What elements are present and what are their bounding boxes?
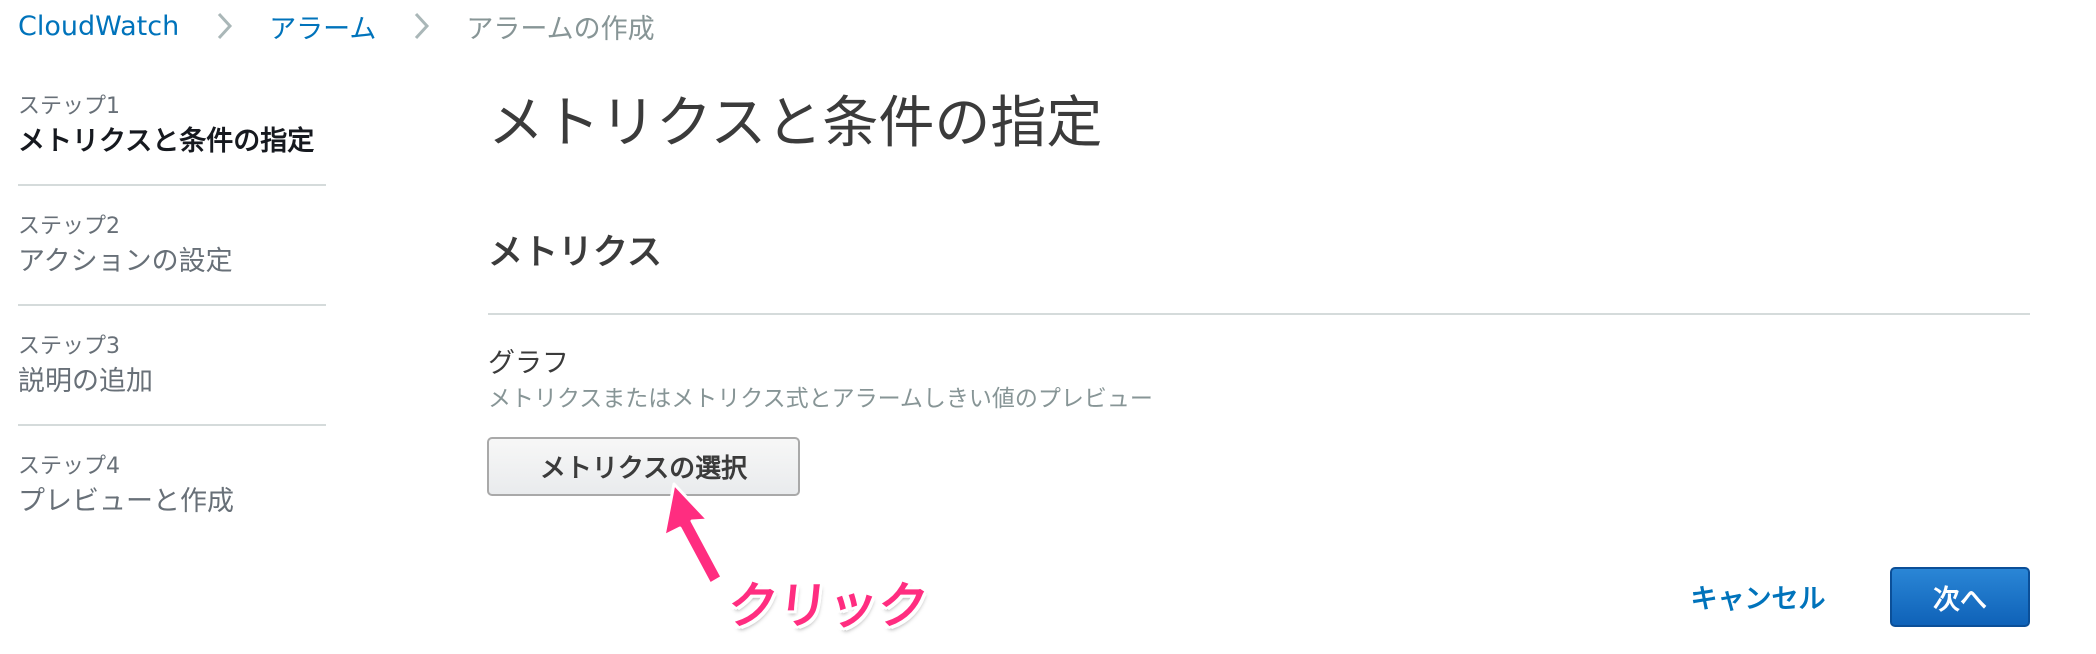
wizard-step-4: ステップ4 プレビューと作成 <box>18 452 326 522</box>
graph-label: グラフ <box>488 348 569 379</box>
step-title: メトリクスと条件の指定 <box>18 126 315 157</box>
wizard-steps: ステップ1 メトリクスと条件の指定 ステップ2 アクションの設定 ステップ3 説… <box>18 92 326 522</box>
breadcrumb: CloudWatch アラーム アラームの作成 <box>18 6 655 46</box>
step-number: ステップ2 <box>18 214 120 239</box>
page-title: メトリクスと条件の指定 <box>488 91 1103 156</box>
breadcrumb-current: アラームの作成 <box>466 13 655 45</box>
divider <box>18 424 326 426</box>
graph-description: メトリクスまたはメトリクス式とアラームしきい値のプレビュー <box>488 386 1153 412</box>
wizard-step-1: ステップ1 メトリクスと条件の指定 <box>18 92 326 162</box>
cancel-button[interactable]: キャンセル <box>1668 568 1848 624</box>
annotation-click-label: クリック <box>724 577 932 635</box>
wizard-step-2: ステップ2 アクションの設定 <box>18 212 326 282</box>
step-title: アクションの設定 <box>18 246 233 277</box>
annotation-arrow-icon <box>662 482 724 586</box>
divider <box>18 304 326 306</box>
next-button[interactable]: 次へ <box>1890 567 2030 627</box>
step-number: ステップ3 <box>18 334 120 359</box>
breadcrumb-cloudwatch-link[interactable]: CloudWatch <box>18 11 179 42</box>
step-title: プレビューと作成 <box>18 486 234 517</box>
step-number: ステップ1 <box>18 94 120 119</box>
divider <box>18 184 326 186</box>
divider <box>488 313 2030 315</box>
wizard-step-3: ステップ3 説明の追加 <box>18 332 326 402</box>
chevron-right-icon <box>203 6 245 46</box>
step-number: ステップ4 <box>18 454 120 479</box>
section-title: メトリクス <box>488 233 662 273</box>
step-title: 説明の追加 <box>18 366 153 397</box>
breadcrumb-alarms-link[interactable]: アラーム <box>269 7 376 46</box>
select-metric-button[interactable]: メトリクスの選択 <box>487 437 800 496</box>
chevron-right-icon <box>400 6 442 46</box>
